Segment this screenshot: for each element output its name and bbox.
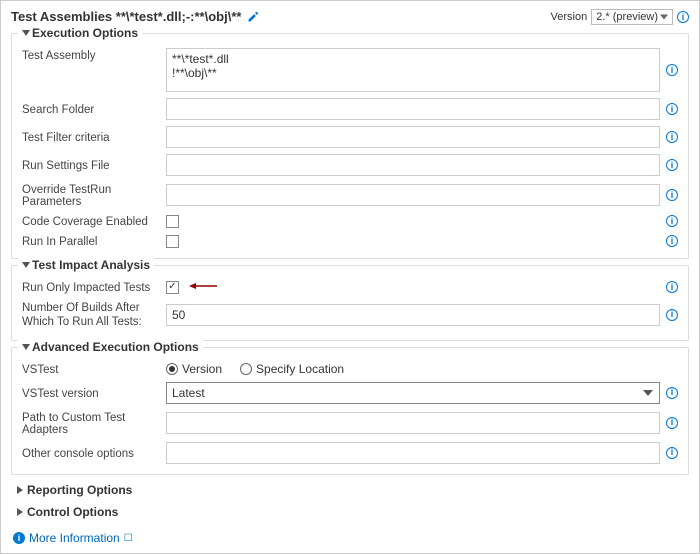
info-icon[interactable]: i [666, 447, 678, 459]
info-icon[interactable]: i [666, 64, 678, 76]
label-run-impacted: Run Only Impacted Tests [22, 280, 160, 294]
info-icon[interactable]: i [666, 235, 678, 247]
row-override-params: Override TestRun Parameters i [22, 182, 678, 208]
radio-label: Specify Location [256, 362, 344, 376]
version-label: Version [551, 11, 588, 23]
info-icon[interactable]: i [677, 11, 689, 23]
more-info-label: More Information [29, 531, 120, 545]
section-header-execution[interactable]: Execution Options [18, 26, 142, 40]
row-custom-adapters: Path to Custom Test Adapters i [22, 410, 678, 436]
radio-label: Version [182, 362, 222, 376]
row-run-parallel: Run In Parallel i [22, 234, 678, 248]
section-title: Test Impact Analysis [32, 258, 150, 272]
input-num-builds[interactable] [166, 304, 660, 326]
section-header-test-impact[interactable]: Test Impact Analysis [18, 258, 154, 272]
version-area: Version 2.* (preview) i [551, 9, 689, 25]
input-search-folder[interactable] [166, 98, 660, 120]
label-test-assembly: Test Assembly [22, 48, 160, 62]
row-test-assembly: Test Assembly i [22, 48, 678, 92]
row-test-filter: Test Filter criteria i [22, 126, 678, 148]
section-header-advanced[interactable]: Advanced Execution Options [18, 340, 203, 354]
input-console-options[interactable] [166, 442, 660, 464]
section-title: Advanced Execution Options [32, 340, 199, 354]
row-vstest: VSTest Version Specify Location [22, 362, 678, 376]
info-icon[interactable]: i [666, 159, 678, 171]
radio-item-version[interactable]: Version [166, 362, 222, 376]
info-filled-icon: i [13, 532, 25, 544]
radio-item-specify[interactable]: Specify Location [240, 362, 344, 376]
section-test-impact: Test Impact Analysis Run Only Impacted T… [11, 265, 689, 341]
radio-group-vstest: Version Specify Location [166, 362, 344, 376]
caret-down-icon [22, 344, 30, 350]
row-run-impacted: Run Only Impacted Tests i [22, 280, 678, 294]
checkbox-run-impacted[interactable] [166, 281, 179, 294]
input-run-settings[interactable] [166, 154, 660, 176]
input-test-assembly[interactable] [166, 48, 660, 92]
info-icon[interactable]: i [666, 131, 678, 143]
label-num-builds: Number Of Builds After Which To Run All … [22, 300, 160, 330]
label-vstest: VSTest [22, 362, 160, 376]
info-icon[interactable]: i [666, 309, 678, 321]
label-override-params: Override TestRun Parameters [22, 182, 160, 208]
row-console-options: Other console options i [22, 442, 678, 464]
info-icon[interactable]: i [666, 417, 678, 429]
row-run-settings: Run Settings File i [22, 154, 678, 176]
edit-icon[interactable] [247, 11, 259, 23]
external-link-icon: ☐ [124, 533, 133, 544]
checkbox-run-parallel[interactable] [166, 235, 179, 248]
version-select[interactable]: 2.* (preview) [591, 9, 673, 25]
label-run-settings: Run Settings File [22, 158, 160, 172]
section-title: Execution Options [32, 26, 138, 40]
row-search-folder: Search Folder i [22, 98, 678, 120]
info-icon[interactable]: i [666, 387, 678, 399]
select-vstest-version[interactable]: Latest [166, 382, 660, 404]
header-bar: Test Assemblies **\*test*.dll;-:**\obj\*… [11, 9, 689, 25]
section-execution-options: Execution Options Test Assembly i Search… [11, 33, 689, 259]
info-icon[interactable]: i [666, 103, 678, 115]
checkbox-code-coverage[interactable] [166, 215, 179, 228]
input-test-filter[interactable] [166, 126, 660, 148]
radio-version [166, 363, 178, 375]
label-run-parallel: Run In Parallel [22, 234, 160, 248]
caret-right-icon [17, 508, 23, 516]
row-num-builds: Number Of Builds After Which To Run All … [22, 300, 678, 330]
section-title: Reporting Options [27, 483, 132, 497]
info-icon[interactable]: i [666, 281, 678, 293]
radio-specify [240, 363, 252, 375]
page-title-wrap: Test Assemblies **\*test*.dll;-:**\obj\*… [11, 9, 259, 24]
label-vstest-version: VSTest version [22, 386, 160, 400]
label-search-folder: Search Folder [22, 102, 160, 116]
input-custom-adapters[interactable] [166, 412, 660, 434]
label-custom-adapters: Path to Custom Test Adapters [22, 410, 160, 436]
input-override-params[interactable] [166, 184, 660, 206]
label-code-coverage: Code Coverage Enabled [22, 214, 160, 228]
info-icon[interactable]: i [666, 215, 678, 227]
row-code-coverage: Code Coverage Enabled i [22, 214, 678, 228]
section-title: Control Options [27, 505, 118, 519]
label-test-filter: Test Filter criteria [22, 130, 160, 144]
section-advanced: Advanced Execution Options VSTest Versio… [11, 347, 689, 475]
caret-down-icon [22, 262, 30, 268]
caret-down-icon [22, 30, 30, 36]
more-information-link[interactable]: i More Information ☐ [13, 531, 133, 545]
version-value: 2.* (preview) [596, 11, 658, 23]
arrow-icon [189, 280, 217, 294]
caret-right-icon [17, 486, 23, 494]
label-console-options: Other console options [22, 446, 160, 460]
section-reporting-collapsed[interactable]: Reporting Options [11, 481, 689, 499]
select-value: Latest [172, 386, 205, 400]
row-vstest-version: VSTest version Latest i [22, 382, 678, 404]
section-control-collapsed[interactable]: Control Options [11, 503, 689, 521]
info-icon[interactable]: i [666, 189, 678, 201]
page-title: Test Assemblies **\*test*.dll;-:**\obj\*… [11, 9, 241, 24]
